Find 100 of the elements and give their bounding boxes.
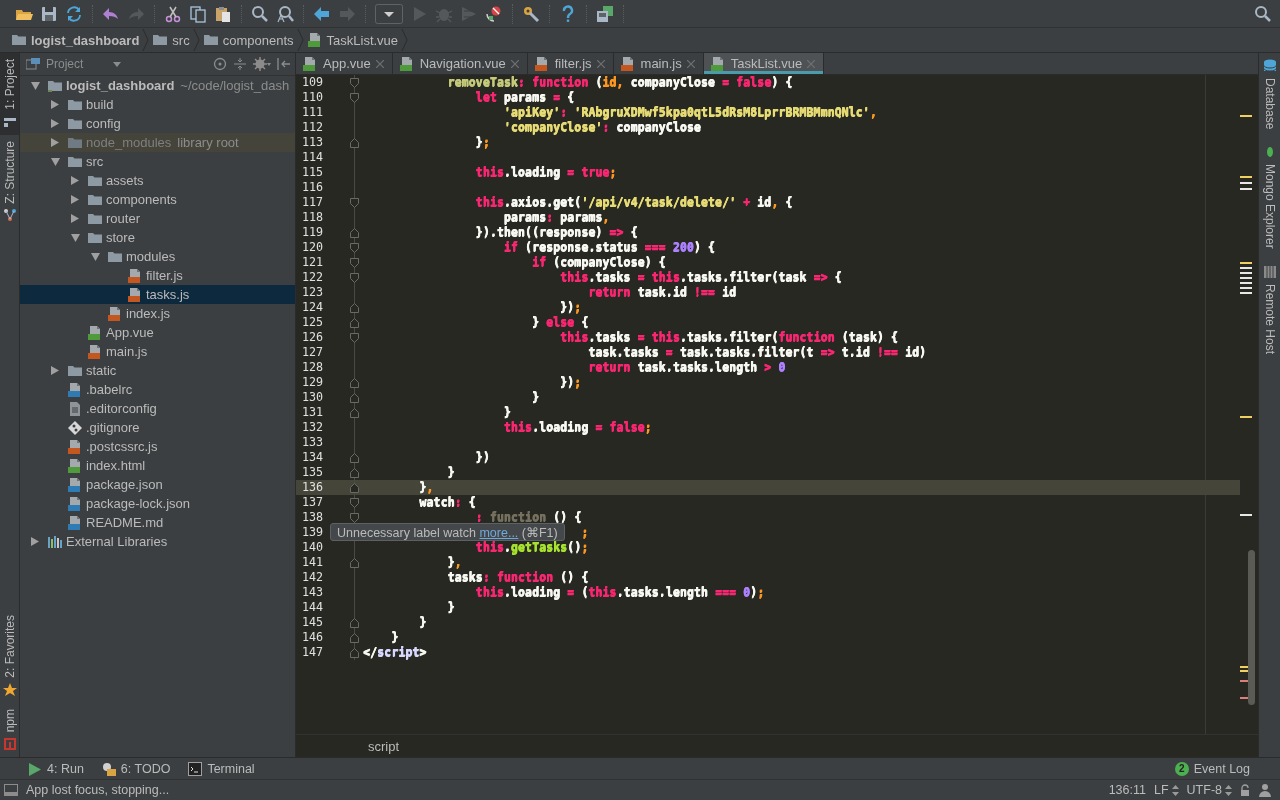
fold-marker-icon[interactable] bbox=[350, 242, 359, 253]
tree-item[interactable]: modules bbox=[20, 247, 295, 266]
fold-marker-icon[interactable] bbox=[350, 647, 359, 658]
expanded-arrow-icon[interactable] bbox=[50, 157, 60, 166]
tree-item[interactable]: External Libraries bbox=[20, 532, 295, 551]
scrollbar-thumb[interactable] bbox=[1248, 550, 1255, 705]
editor-tab[interactable]: Navigation.vue bbox=[392, 53, 528, 74]
fold-marker-icon[interactable] bbox=[350, 227, 359, 238]
editor-tab[interactable]: TaskList.vue bbox=[703, 53, 825, 74]
tool-window-button[interactable]: Terminal bbox=[188, 761, 255, 776]
person-icon[interactable] bbox=[1258, 783, 1272, 797]
tree-item[interactable]: store bbox=[20, 228, 295, 247]
settings-icon[interactable] bbox=[253, 57, 271, 71]
tree-item[interactable]: index.js bbox=[20, 304, 295, 323]
editor-tab[interactable]: App.vue bbox=[296, 53, 393, 74]
tree-item[interactable]: tasks.js bbox=[20, 285, 295, 304]
editor-tab[interactable]: main.js bbox=[613, 53, 704, 74]
fold-marker-icon[interactable] bbox=[350, 392, 359, 403]
side-tab[interactable]: 1: Project bbox=[0, 53, 19, 135]
copy-icon[interactable] bbox=[189, 4, 207, 23]
fold-marker-icon[interactable] bbox=[350, 272, 359, 283]
fold-marker-icon[interactable] bbox=[350, 77, 359, 88]
tree-item[interactable]: package-lock.json bbox=[20, 494, 295, 513]
side-tab[interactable]: Database bbox=[1259, 53, 1280, 136]
side-tab[interactable]: 2: Favorites bbox=[0, 608, 19, 703]
fold-marker-icon[interactable] bbox=[350, 632, 359, 643]
fold-marker-icon[interactable] bbox=[350, 407, 359, 418]
encoding-selector[interactable]: UTF-8 bbox=[1186, 783, 1232, 797]
lock-icon[interactable] bbox=[1240, 784, 1250, 796]
event-log-button[interactable]: 2 Event Log bbox=[1174, 761, 1250, 776]
collapse-all-icon[interactable] bbox=[233, 57, 247, 71]
more-link[interactable]: more... bbox=[479, 525, 519, 540]
run-configuration-dropdown[interactable] bbox=[375, 3, 403, 24]
fold-marker-icon[interactable] bbox=[350, 617, 359, 628]
panel-title[interactable]: Project bbox=[46, 57, 84, 71]
sync-icon[interactable] bbox=[65, 4, 83, 23]
replace-icon[interactable] bbox=[276, 4, 294, 23]
search-icon[interactable] bbox=[251, 4, 269, 23]
fold-marker-icon[interactable] bbox=[350, 92, 359, 103]
line-separator-selector[interactable]: LF bbox=[1154, 783, 1179, 797]
tool-window-button[interactable]: 4: Run bbox=[28, 761, 84, 776]
editor-tab[interactable]: filter.js bbox=[527, 53, 614, 74]
tree-item[interactable]: App.vue bbox=[20, 323, 295, 342]
tree-item[interactable]: build bbox=[20, 95, 295, 114]
tree-item[interactable]: .babelrc bbox=[20, 380, 295, 399]
fold-marker-icon[interactable] bbox=[350, 512, 359, 523]
tree-item[interactable]: router bbox=[20, 209, 295, 228]
side-tab[interactable]: Z: Structure bbox=[0, 134, 19, 229]
caret-position[interactable]: 136:11 bbox=[1108, 783, 1146, 797]
locate-icon[interactable] bbox=[213, 57, 227, 71]
tree-item[interactable]: .postcssrc.js bbox=[20, 437, 295, 456]
collapsed-arrow-icon[interactable] bbox=[51, 119, 59, 128]
search-icon[interactable] bbox=[1254, 4, 1272, 23]
collapsed-arrow-icon[interactable] bbox=[51, 366, 59, 375]
tree-item[interactable]: filter.js bbox=[20, 266, 295, 285]
tree-item[interactable]: index.html bbox=[20, 456, 295, 475]
side-tab[interactable]: Mongo Explorer bbox=[1259, 139, 1280, 256]
tree-item[interactable]: .gitignore bbox=[20, 418, 295, 437]
collapsed-arrow-icon[interactable] bbox=[71, 195, 79, 204]
settings-icon[interactable] bbox=[522, 4, 540, 23]
side-tab[interactable]: npm bbox=[0, 702, 19, 757]
tree-item[interactable]: node_modules library root bbox=[20, 133, 295, 152]
paste-icon[interactable] bbox=[214, 4, 232, 23]
tree-item[interactable]: package.json bbox=[20, 475, 295, 494]
tree-item[interactable]: src bbox=[20, 152, 295, 171]
expanded-arrow-icon[interactable] bbox=[90, 252, 100, 261]
hide-panel-icon[interactable] bbox=[277, 57, 291, 71]
tree-item[interactable]: .editorconfig bbox=[20, 399, 295, 418]
caret-icon[interactable] bbox=[113, 61, 122, 67]
fold-marker-icon[interactable] bbox=[350, 317, 359, 328]
breadcrumb-item[interactable]: script bbox=[368, 738, 400, 754]
breadcrumb-item[interactable]: logist_dashboard bbox=[8, 32, 143, 48]
save-icon[interactable] bbox=[40, 4, 58, 23]
fold-marker-icon[interactable] bbox=[350, 482, 359, 493]
fold-marker-icon[interactable] bbox=[350, 557, 359, 568]
breadcrumb-item[interactable]: src bbox=[149, 32, 193, 48]
fold-marker-icon[interactable] bbox=[350, 302, 359, 313]
fold-marker-icon[interactable] bbox=[350, 197, 359, 208]
fold-marker-icon[interactable] bbox=[350, 467, 359, 478]
tree-item[interactable]: main.js bbox=[20, 342, 295, 361]
side-tab[interactable]: Remote Host bbox=[1259, 259, 1280, 361]
scissors-icon[interactable] bbox=[164, 4, 182, 23]
tool-window-button[interactable]: 6: TODO bbox=[101, 761, 171, 776]
tree-item[interactable]: config bbox=[20, 114, 295, 133]
fold-marker-icon[interactable] bbox=[350, 137, 359, 148]
collapsed-arrow-icon[interactable] bbox=[71, 176, 79, 185]
collapsed-arrow-icon[interactable] bbox=[51, 138, 59, 147]
expanded-arrow-icon[interactable] bbox=[30, 81, 40, 90]
fold-marker-icon[interactable] bbox=[350, 332, 359, 343]
close-icon[interactable] bbox=[375, 59, 384, 68]
fold-marker-icon[interactable] bbox=[350, 257, 359, 268]
tree-item[interactable]: assets bbox=[20, 171, 295, 190]
fold-marker-icon[interactable] bbox=[350, 497, 359, 508]
tree-item[interactable]: logist_dashboard ~/code/logist_dash bbox=[20, 76, 295, 95]
tree-item[interactable]: static bbox=[20, 361, 295, 380]
fold-marker-icon[interactable] bbox=[350, 452, 359, 463]
tree-item[interactable]: components bbox=[20, 190, 295, 209]
close-icon[interactable] bbox=[596, 59, 605, 68]
breadcrumb-item[interactable]: TaskList.vue bbox=[303, 32, 402, 48]
collapsed-arrow-icon[interactable] bbox=[31, 537, 39, 546]
